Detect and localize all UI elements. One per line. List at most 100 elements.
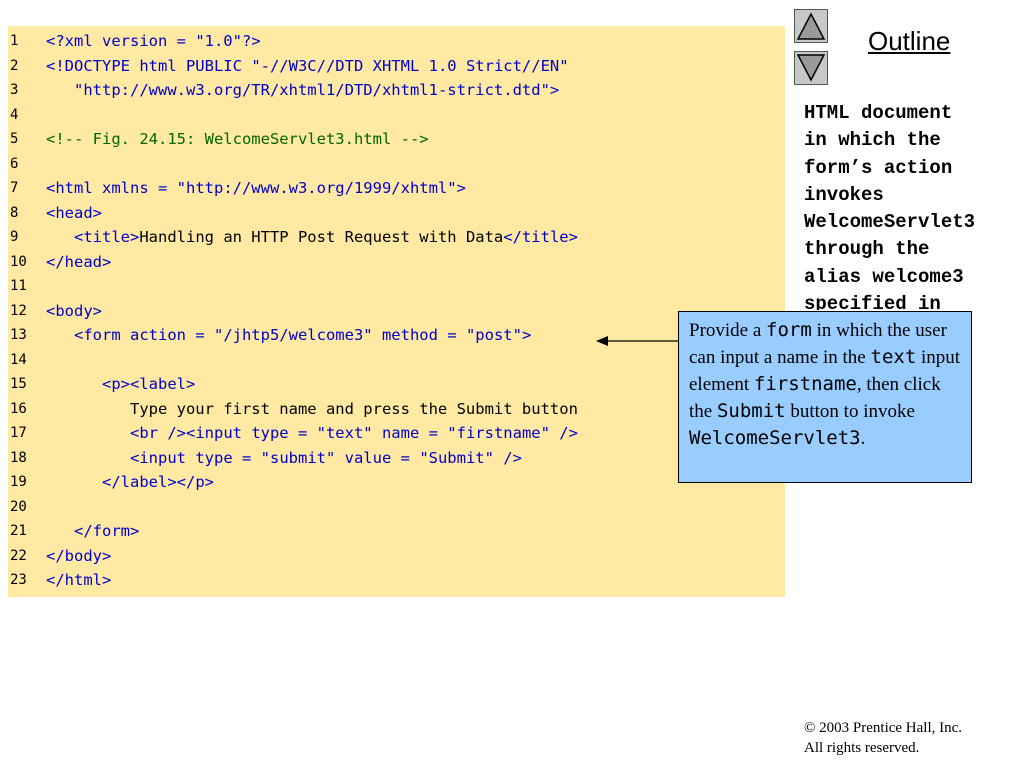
code-token: >: [521, 326, 532, 344]
line-number: 14: [10, 351, 27, 368]
callout-note: Provide a form in which the user can inp…: [678, 311, 972, 483]
code-token: <!DOCTYPE html PUBLIC: [46, 56, 252, 75]
description-line: HTML document: [804, 102, 953, 124]
callout-code-term: text: [870, 346, 917, 368]
code-text: <!-- Fig. 24.15: WelcomeServlet3.html --…: [46, 127, 429, 151]
line-number: 22: [10, 547, 27, 564]
code-token: "submit": [260, 448, 336, 467]
code-text: <body>: [46, 299, 102, 323]
line-number: 17: [10, 425, 27, 441]
code-token: </title>: [503, 228, 578, 246]
code-token: />: [549, 424, 578, 442]
line-number: 3: [10, 82, 19, 98]
description-line: alias welcome3: [804, 265, 964, 288]
line-number: 11: [10, 278, 27, 294]
code-line: 4: [8, 103, 785, 127]
code-text: <?xml version = "1.0"?>: [46, 29, 261, 53]
line-number: 13: [10, 327, 27, 343]
code-text: <html xmlns = "http://www.w3.org/1999/xh…: [46, 176, 466, 200]
code-line: 11: [8, 274, 785, 298]
code-line: 3 "http://www.w3.org/TR/xhtml1/DTD/xhtml…: [8, 78, 785, 102]
code-line: 1 <?xml version = "1.0"?>: [8, 29, 785, 53]
next-slide-button[interactable]: [794, 51, 828, 85]
code-token: <html xmlns =: [46, 179, 177, 197]
code-token: name =: [372, 424, 448, 442]
code-token: <p><label>: [102, 375, 196, 393]
description-line: specified in: [804, 293, 941, 310]
code-token: <head>: [46, 203, 102, 222]
callout-code-term: form: [766, 319, 812, 341]
line-number: 4: [10, 106, 19, 123]
code-line: 18 <input type = "submit" value = "Submi…: [8, 446, 785, 470]
code-token: "http://www.w3.org/1999/xhtml": [176, 179, 457, 197]
code-text: </body>: [46, 544, 111, 568]
callout-arrow: [596, 336, 680, 346]
code-text: </html>: [46, 568, 111, 592]
code-token: <!-- Fig. 24.15: WelcomeServlet3.html --…: [46, 130, 429, 148]
code-token: >: [456, 179, 466, 197]
line-number: 20: [10, 498, 27, 515]
triangle-up-icon: [796, 12, 826, 40]
code-text: Type your first name and press the Submi…: [46, 397, 578, 421]
code-token: </html>: [46, 571, 112, 589]
code-token: <title>: [74, 228, 140, 246]
copyright-notice: © 2003 Prentice Hall, Inc. All rights re…: [804, 718, 962, 758]
line-number: 1: [10, 33, 19, 49]
copyright-line1: 2003 Prentice Hall, Inc.: [815, 720, 963, 736]
line-number: 15: [10, 376, 27, 392]
code-token: </body>: [46, 546, 112, 565]
previous-slide-button[interactable]: [794, 9, 828, 43]
code-token: method =: [372, 326, 466, 344]
code-token: <input type =: [130, 448, 261, 467]
code-token: <br /><input type =: [130, 424, 317, 442]
line-number: 5: [10, 131, 19, 147]
callout-text: button to invoke: [785, 401, 915, 422]
code-text: "http://www.w3.org/TR/xhtml1/DTD/xhtml1-…: [46, 78, 559, 102]
code-token: </head>: [46, 252, 112, 271]
code-line: 22 </body>: [8, 544, 785, 568]
code-text: <br /><input type = "text" name = "first…: [46, 421, 578, 445]
code-line: 6: [8, 152, 785, 176]
slide-description: HTML document in which the form’s action in…: [804, 100, 1019, 310]
line-number: 8: [10, 204, 19, 221]
line-number: 2: [10, 57, 19, 74]
code-line: 19 </label></p>: [8, 470, 785, 494]
code-line: 12 <body>: [8, 299, 785, 323]
callout-code-term: firstname: [753, 373, 857, 395]
code-token: <?xml version =: [46, 32, 196, 50]
code-listing-panel: 1 <?xml version = "1.0"?> 2 <!DOCTYPE html …: [8, 26, 785, 597]
description-line: form’s action: [804, 156, 953, 179]
code-line: 2 <!DOCTYPE html PUBLIC "-//W3C//DTD XHTM…: [8, 54, 785, 78]
code-text: </form>: [46, 519, 139, 543]
code-text: <!DOCTYPE html PUBLIC "-//W3C//DTD XHTML…: [46, 54, 569, 78]
description-line: through the: [804, 238, 930, 261]
code-token: ?>: [241, 32, 261, 50]
code-token: <body>: [46, 301, 102, 320]
code-text: <title>Handling an HTTP Post Request wit…: [46, 225, 578, 249]
code-line: 23 </html>: [8, 568, 785, 592]
outline-link[interactable]: Outline: [868, 26, 950, 57]
code-text: <form action = "/jhtp5/welcome3" method …: [46, 323, 531, 347]
code-token: "Submit": [419, 448, 494, 467]
line-number: 10: [10, 253, 27, 270]
copyright-symbol: ©: [804, 720, 816, 736]
code-line: 17 <br /><input type = "text" name = "fi…: [8, 421, 785, 445]
code-token: >: [549, 81, 560, 99]
code-text: </label></p>: [46, 470, 214, 494]
line-number: 19: [10, 474, 27, 490]
code-line: 7 <html xmlns = "http://www.w3.org/1999/x…: [8, 176, 785, 200]
line-number: 16: [10, 400, 27, 417]
description-line: WelcomeServlet3: [804, 211, 976, 234]
code-line: 20: [8, 495, 785, 519]
code-token: </form>: [74, 522, 140, 540]
callout-text: .: [860, 428, 866, 449]
line-number: 6: [10, 155, 19, 172]
code-token: <form action =: [74, 326, 214, 344]
code-text: <input type = "submit" value = "Submit" …: [46, 446, 522, 470]
